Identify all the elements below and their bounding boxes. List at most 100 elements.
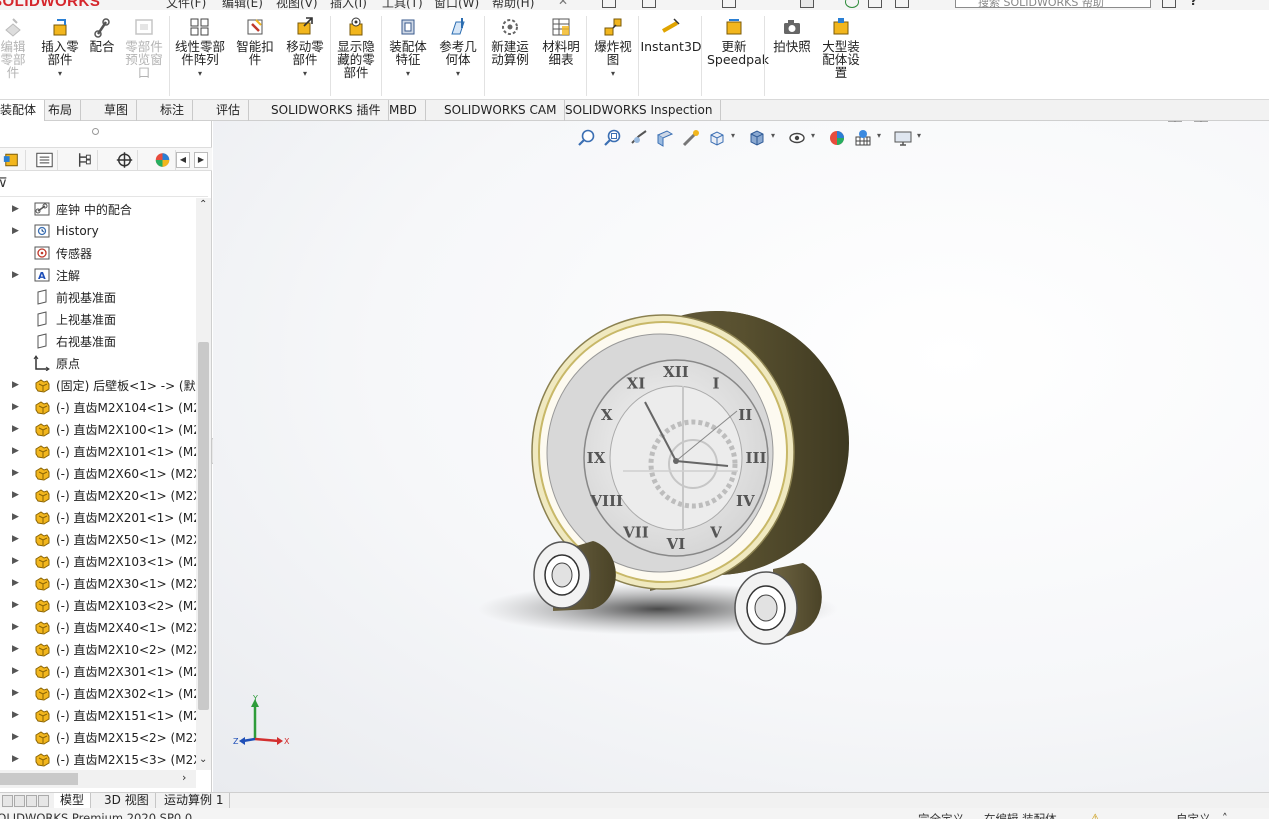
- tree-item[interactable]: ▶ A 注解: [0, 264, 196, 286]
- desk-clock-model[interactable]: XIIIIIIIIIVVVIVIIVIIIIXXXI: [213, 121, 1269, 792]
- component-preview-button[interactable]: 零部件预览窗口: [121, 16, 167, 79]
- expand-arrow-icon[interactable]: ▶: [12, 600, 22, 610]
- tree-item[interactable]: ▶ 座钟 中的配合: [0, 198, 196, 220]
- expand-arrow-icon[interactable]: ▶: [12, 424, 22, 434]
- expand-arrow-icon[interactable]: ▶: [12, 204, 22, 214]
- chevron-up-icon[interactable]: ˄: [1222, 811, 1228, 819]
- next-tab-icon[interactable]: [26, 795, 37, 807]
- expand-arrow-icon[interactable]: ▶: [12, 644, 22, 654]
- tree-filter[interactable]: ⊽: [0, 171, 208, 197]
- menu-help[interactable]: 帮助(H): [492, 0, 534, 10]
- show-hidden-components-button[interactable]: 显示隐藏的零部件: [334, 16, 378, 79]
- configuration-manager-tab-icon[interactable]: [72, 150, 98, 170]
- tree-item[interactable]: ▶ (-) 直齿M2X302<1> (M2: [0, 682, 196, 704]
- expand-arrow-icon[interactable]: ▶: [12, 226, 22, 236]
- rebuild-icon[interactable]: [845, 0, 859, 8]
- expand-arrow-icon[interactable]: ▶: [12, 622, 22, 632]
- manager-tabs-right-arrow[interactable]: ▶: [194, 152, 208, 168]
- tab-solidworks-addins[interactable]: SOLIDWORKS 插件: [263, 100, 390, 121]
- chevron-down-icon[interactable]: ▾: [303, 67, 307, 80]
- mate-button[interactable]: 配合: [86, 16, 118, 53]
- expand-arrow-icon[interactable]: ▶: [12, 402, 22, 412]
- expand-arrow-icon[interactable]: ▶: [12, 534, 22, 544]
- bill-of-materials-button[interactable]: 材料明细表: [540, 16, 582, 66]
- tree-item[interactable]: ▶ (-) 直齿M2X151<1> (M2: [0, 704, 196, 726]
- exploded-view-button[interactable]: 爆炸视图 ▾: [590, 16, 636, 80]
- manager-tabs-left-arrow[interactable]: ◀: [176, 152, 190, 168]
- tree-item[interactable]: ▶ (-) 直齿M2X20<1> (M2X: [0, 484, 196, 506]
- display-manager-tab-icon[interactable]: [150, 150, 176, 170]
- tree-item[interactable]: ▶ (-) 直齿M2X10<2> (M2X: [0, 638, 196, 660]
- tab-mbd[interactable]: MBD: [381, 100, 426, 121]
- menu-file[interactable]: 文件(F): [166, 0, 206, 10]
- units-selector[interactable]: 自定义: [1176, 811, 1211, 819]
- tree-item[interactable]: ▶ (-) 直齿M2X15<3> (M2X: [0, 748, 196, 770]
- file-properties-icon[interactable]: [868, 0, 882, 8]
- expand-arrow-icon[interactable]: ▶: [12, 270, 22, 280]
- edit-component-button[interactable]: 编辑零部件: [0, 16, 32, 79]
- tree-scroll-thumb[interactable]: [198, 342, 209, 710]
- prev-tab-icon[interactable]: [14, 795, 25, 807]
- large-assembly-settings-button[interactable]: 大型装配体设置: [818, 16, 864, 79]
- property-manager-tab-icon[interactable]: [32, 150, 58, 170]
- tree-item[interactable]: ▶ (-) 直齿M2X104<1> (M2: [0, 396, 196, 418]
- instant3d-button[interactable]: Instant3D: [640, 16, 702, 53]
- expand-arrow-icon[interactable]: ▶: [12, 754, 22, 764]
- insert-component-button[interactable]: 插入零部件 ▾: [38, 16, 82, 80]
- first-tab-icon[interactable]: [2, 795, 13, 807]
- scroll-right-icon[interactable]: ›: [182, 771, 186, 784]
- tree-item[interactable]: ▶ (-) 直齿M2X30<1> (M2X: [0, 572, 196, 594]
- feature-manager-tab-icon[interactable]: [0, 150, 26, 170]
- menu-edit[interactable]: 编辑(E): [222, 0, 263, 10]
- tree-vertical-scrollbar[interactable]: ⌃ ⌄: [196, 198, 211, 770]
- save-icon[interactable]: [722, 0, 736, 8]
- linear-pattern-button[interactable]: 线性零部件阵列 ▾: [172, 16, 228, 80]
- expand-arrow-icon[interactable]: ▶: [12, 556, 22, 566]
- menu-tools[interactable]: 工具(T): [382, 0, 423, 10]
- new-motion-study-button[interactable]: 新建运动算例: [488, 16, 532, 66]
- search-input[interactable]: 搜索 SOLIDWORKS 帮助: [955, 0, 1151, 9]
- panel-grip-icon[interactable]: [92, 128, 99, 135]
- menu-insert[interactable]: 插入(I): [330, 0, 367, 10]
- tree-item[interactable]: ▶ (-) 直齿M2X103<1> (M2: [0, 550, 196, 572]
- pin-icon[interactable]: ✕: [558, 0, 568, 8]
- rebuild-warning-icon[interactable]: ⚠: [1090, 811, 1100, 819]
- scroll-down-icon[interactable]: ⌄: [199, 754, 207, 765]
- tree-hscroll-thumb[interactable]: [0, 773, 78, 785]
- tab-evaluate[interactable]: 评估: [208, 100, 250, 121]
- expand-arrow-icon[interactable]: ▶: [12, 732, 22, 742]
- assembly-features-button[interactable]: 装配体特征 ▾: [386, 16, 430, 80]
- tree-item[interactable]: ▶ (-) 直齿M2X50<1> (M2X: [0, 528, 196, 550]
- tree-item[interactable]: ▶ (-) 直齿M2X40<1> (M2X: [0, 616, 196, 638]
- tree-item[interactable]: 前视基准面: [0, 286, 196, 308]
- expand-arrow-icon[interactable]: ▶: [12, 490, 22, 500]
- help-icon[interactable]: ?: [1190, 0, 1197, 8]
- tree-item[interactable]: 上视基准面: [0, 308, 196, 330]
- move-component-button[interactable]: 移动零部件 ▾: [283, 16, 327, 80]
- tab-sketch[interactable]: 草图: [96, 100, 138, 121]
- tree-item[interactable]: ▶ (-) 直齿M2X101<1> (M2: [0, 440, 196, 462]
- last-tab-icon[interactable]: [38, 795, 49, 807]
- account-icon[interactable]: [1162, 0, 1176, 8]
- tree-item[interactable]: 右视基准面: [0, 330, 196, 352]
- chevron-down-icon[interactable]: ▾: [406, 67, 410, 80]
- tab-solidworks-cam[interactable]: SOLIDWORKS CAM: [436, 100, 566, 121]
- tree-item[interactable]: ▶ (固定) 后壁板<1> -> (默认: [0, 374, 196, 396]
- scroll-up-icon[interactable]: ⌃: [199, 199, 207, 210]
- tree-item[interactable]: ▶ History: [0, 220, 196, 242]
- smart-fastener-button[interactable]: 智能扣件: [234, 16, 276, 66]
- expand-arrow-icon[interactable]: ▶: [12, 710, 22, 720]
- tab-3d-views[interactable]: 3D 视图: [98, 793, 156, 809]
- tree-item[interactable]: 传感器: [0, 242, 196, 264]
- expand-arrow-icon[interactable]: ▶: [12, 512, 22, 522]
- graphics-area[interactable]: ▾ ▾ ▾ ▾ ▾ | | – ⧉: [213, 121, 1269, 792]
- tree-item[interactable]: ▶ (-) 直齿M2X100<1> (M2: [0, 418, 196, 440]
- menu-window[interactable]: 窗口(W): [434, 0, 479, 10]
- open-document-icon[interactable]: [642, 0, 656, 8]
- reference-geometry-button[interactable]: 参考几何体 ▾: [436, 16, 480, 80]
- chevron-down-icon[interactable]: ▾: [611, 67, 615, 80]
- tree-horizontal-scrollbar[interactable]: ›: [0, 770, 196, 788]
- dimxpert-manager-tab-icon[interactable]: [112, 150, 138, 170]
- tree-item[interactable]: ▶ (-) 直齿M2X301<1> (M2: [0, 660, 196, 682]
- tree-item[interactable]: ▶ (-) 直齿M2X60<1> (M2X: [0, 462, 196, 484]
